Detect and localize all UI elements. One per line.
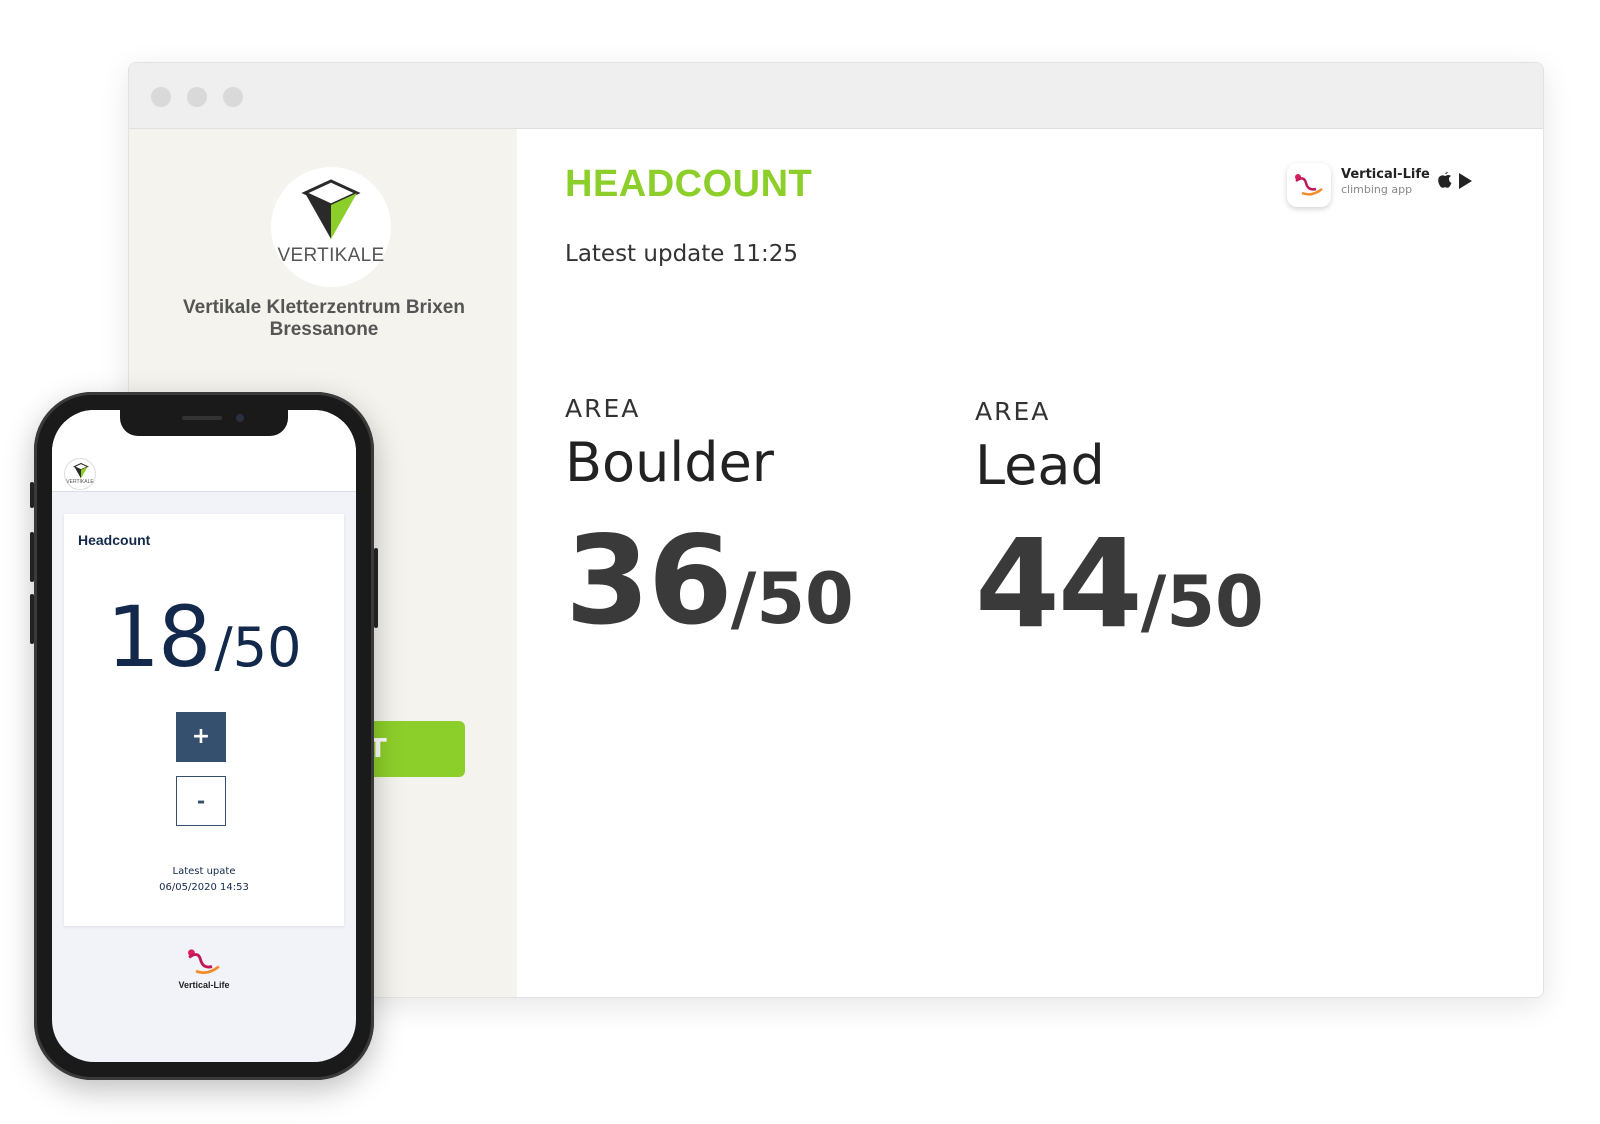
area-count-capacity: /50 xyxy=(1140,561,1264,643)
area-count: 44/50 xyxy=(975,513,1264,655)
phone-camera xyxy=(236,414,244,422)
page-title: HEADCOUNT xyxy=(565,163,813,205)
phone-volume-up xyxy=(30,532,34,582)
window-zoom-dot[interactable] xyxy=(223,87,243,107)
card-latest-label: Latest upate xyxy=(172,866,236,877)
main-panel: HEADCOUNT Latest update 11:25 Vertical-L… xyxy=(517,129,1543,997)
card-latest-update: Latest upate 06/05/2020 14:53 xyxy=(64,864,344,896)
phone-notch xyxy=(120,410,288,436)
decrement-button[interactable]: - xyxy=(176,776,226,826)
gym-name: Vertikale Kletterzentrum Brixen Bressano… xyxy=(159,297,489,341)
card-count: 18 /50 xyxy=(64,588,344,686)
gym-name-line1: Vertikale Kletterzentrum Brixen xyxy=(183,297,465,318)
card-count-current: 18 xyxy=(106,588,212,686)
phone-volume-down xyxy=(30,594,34,644)
area-count-capacity: /50 xyxy=(730,558,854,640)
phone-power-button xyxy=(374,548,378,628)
play-store-icon[interactable] xyxy=(1459,173,1472,189)
area-lead: AREA Lead 44/50 xyxy=(975,397,1264,655)
vertical-life-logo-icon xyxy=(188,949,220,975)
vertical-life-app-icon xyxy=(1287,163,1331,207)
logo-wordmark: VERTIKALE xyxy=(277,245,385,266)
app-logo-wordmark: VERTIKALE xyxy=(66,479,94,485)
sidebar-action-button[interactable]: T xyxy=(359,721,465,777)
vertikale-logo: VERTIKALE xyxy=(271,167,391,287)
vertikale-logo-icon xyxy=(73,463,89,479)
increment-button[interactable]: + xyxy=(176,712,226,762)
phone-mute-switch xyxy=(30,482,34,508)
area-label: AREA xyxy=(565,394,641,423)
vertikale-logo-icon xyxy=(301,179,361,239)
stage: VERTIKALE Vertikale Kletterzentrum Brixe… xyxy=(0,0,1600,1124)
area-count-current: 36 xyxy=(565,510,733,652)
badge-app-name: Vertical-Life xyxy=(1341,167,1430,182)
phone-device: VERTIKALE Headcount 18 /50 + - Latest up… xyxy=(30,392,378,1080)
area-count-current: 44 xyxy=(975,513,1143,655)
phone-speaker xyxy=(182,416,222,420)
card-count-capacity: /50 xyxy=(214,616,302,679)
area-label: AREA xyxy=(975,397,1051,426)
area-count: 36/50 xyxy=(565,510,854,652)
card-title: Headcount xyxy=(78,532,151,548)
area-boulder: AREA Boulder 36/50 xyxy=(565,394,854,652)
window-minimize-dot[interactable] xyxy=(187,87,207,107)
browser-titlebar xyxy=(129,63,1543,129)
headcount-card: Headcount 18 /50 + - Latest upate 06/05/… xyxy=(64,514,344,926)
footer-brand: Vertical-Life xyxy=(178,980,230,990)
apple-icon[interactable] xyxy=(1437,171,1453,189)
window-close-dot[interactable] xyxy=(151,87,171,107)
latest-update: Latest update 11:25 xyxy=(565,241,799,267)
area-name: Boulder xyxy=(565,431,775,494)
badge-app-subtitle: climbing app xyxy=(1341,183,1413,196)
area-name: Lead xyxy=(975,434,1105,497)
phone-screen: VERTIKALE Headcount 18 /50 + - Latest up… xyxy=(52,410,356,1062)
gym-name-line2: Bressanone xyxy=(269,319,379,340)
vertical-life-footer: Vertical-Life xyxy=(52,946,356,990)
app-logo: VERTIKALE xyxy=(64,458,96,490)
card-latest-value: 06/05/2020 14:53 xyxy=(159,882,249,893)
vertical-life-badge[interactable]: Vertical-Life climbing app xyxy=(1279,157,1499,217)
